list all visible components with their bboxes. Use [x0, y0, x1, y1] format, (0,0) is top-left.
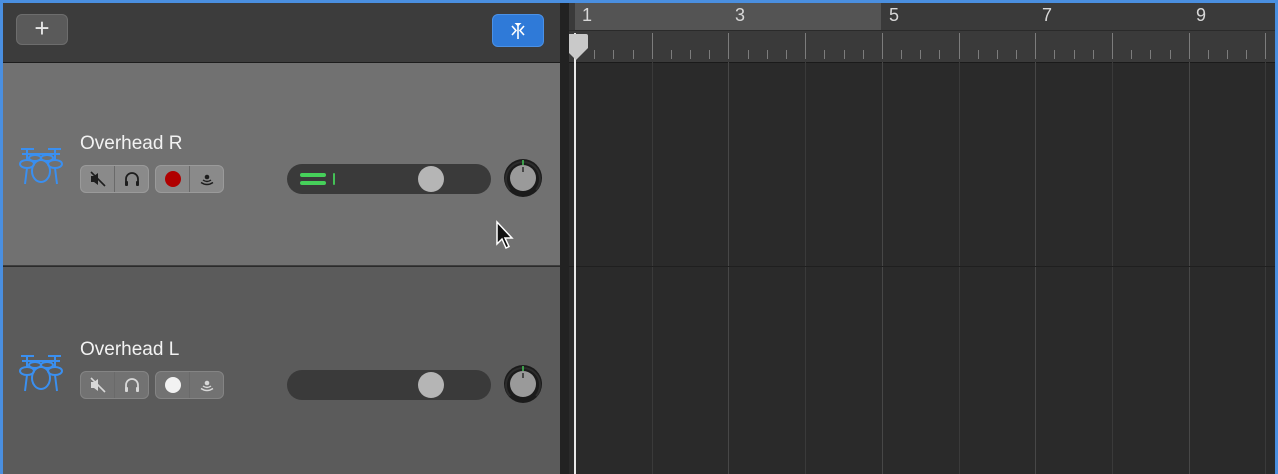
- ruler-beat-tick: [1265, 33, 1267, 59]
- ruler-beat-tick: [651, 33, 653, 59]
- record-enable-button[interactable]: [156, 166, 189, 192]
- ruler-beat-tick: [1188, 33, 1190, 59]
- mute-speaker-icon: [89, 171, 106, 187]
- ruler-sub-tick: [786, 50, 787, 59]
- ruler-sub-tick: [594, 50, 596, 59]
- record-icon: [164, 377, 181, 393]
- track-row[interactable]: Overhead L: [3, 267, 560, 474]
- ruler-sub-tick: [1169, 50, 1171, 59]
- ruler-beat-tick: [881, 33, 883, 59]
- ruler-sub-tick: [1207, 50, 1209, 59]
- ruler-sub-tick: [1073, 50, 1075, 59]
- ruler-sub-tick: [766, 50, 768, 59]
- playhead[interactable]: [574, 33, 576, 474]
- volume-slider[interactable]: [287, 164, 491, 194]
- mouse-pointer-icon: [496, 220, 514, 250]
- solo-button[interactable]: [114, 166, 148, 192]
- grid-line: [805, 62, 807, 474]
- bar-number: 5: [889, 5, 900, 25]
- ruler-sub-tick: [1092, 50, 1094, 59]
- smart-controls-button[interactable]: [492, 14, 544, 47]
- bar-number: 1: [582, 5, 593, 25]
- ruler-sub-tick: [920, 50, 922, 59]
- ruler-sub-tick: [690, 50, 692, 59]
- bar-number: 7: [1042, 5, 1053, 25]
- pan-knob[interactable]: [502, 157, 544, 199]
- mute-solo-group: [80, 165, 149, 193]
- ruler-sub-tick: [1246, 50, 1248, 59]
- input-monitor-icon: [200, 174, 213, 186]
- ruler-sub-tick: [939, 50, 941, 59]
- mute-speaker-icon: [89, 377, 106, 393]
- smart-controls-icon: [511, 23, 525, 39]
- plus-icon: +: [34, 13, 50, 43]
- ruler-sub-tick: [613, 50, 615, 59]
- ruler-beat-tick: [958, 33, 960, 59]
- grid-line: [1265, 62, 1267, 474]
- level-meter-peak: [333, 173, 335, 185]
- mute-button[interactable]: [81, 372, 114, 398]
- ruler-beat-tick: [728, 33, 730, 59]
- grid-line: [1035, 62, 1037, 474]
- mute-button[interactable]: [81, 166, 114, 192]
- track-separator: [560, 266, 1278, 267]
- ruler-sub-tick: [1227, 50, 1228, 59]
- grid-line: [881, 62, 883, 474]
- ruler-sub-tick: [670, 50, 672, 59]
- ruler-beat-tick: [1111, 33, 1113, 59]
- input-monitor-icon: [200, 380, 213, 392]
- ruler-sub-tick: [1131, 50, 1133, 59]
- ruler-sub-tick: [1054, 50, 1056, 59]
- record-icon: [164, 171, 181, 187]
- volume-slider-thumb[interactable]: [418, 166, 444, 192]
- level-meter: [300, 173, 326, 189]
- track-name[interactable]: Overhead R: [80, 133, 182, 155]
- drum-kit-icon: [19, 148, 63, 185]
- ruler-sub-tick: [632, 50, 634, 59]
- ruler-beat-tick: [805, 33, 807, 59]
- grid-line: [728, 62, 730, 474]
- grid-line: [1188, 62, 1190, 474]
- bar-number: 3: [735, 5, 746, 25]
- tracks-area-edge: [560, 3, 569, 474]
- ruler-sub-tick: [996, 50, 998, 59]
- bar-number: 9: [1196, 5, 1207, 25]
- grid-line: [651, 62, 653, 474]
- ruler-sub-tick: [824, 50, 826, 59]
- tracks-header: +: [3, 3, 560, 63]
- track-row[interactable]: Overhead R: [3, 63, 560, 266]
- input-monitoring-button[interactable]: [189, 372, 223, 398]
- volume-slider-thumb[interactable]: [418, 372, 444, 398]
- ruler-sub-tick: [709, 50, 711, 59]
- ruler-sub-tick: [862, 50, 864, 59]
- record-input-group: [155, 371, 224, 399]
- headphones-icon: [124, 378, 139, 392]
- ruler-sub-tick: [1016, 50, 1018, 59]
- drum-kit-icon: [19, 355, 63, 392]
- ruler-beat-tick: [1035, 33, 1037, 59]
- cycle-region[interactable]: [575, 3, 881, 30]
- ruler-sub-tick: [977, 50, 979, 59]
- grid-line: [958, 62, 960, 474]
- tracks-area[interactable]: 1 3 5 7 9: [560, 3, 1278, 474]
- ruler-sub-tick: [901, 50, 902, 59]
- input-monitoring-button[interactable]: [189, 166, 223, 192]
- pan-knob[interactable]: [502, 363, 544, 405]
- add-track-button[interactable]: +: [16, 14, 68, 45]
- volume-slider[interactable]: [287, 370, 491, 400]
- mute-solo-group: [80, 371, 149, 399]
- headphones-icon: [124, 172, 139, 186]
- ruler[interactable]: 1 3 5 7 9: [560, 3, 1278, 63]
- grid-line: [1111, 62, 1113, 474]
- record-input-group: [155, 165, 224, 193]
- record-enable-button[interactable]: [156, 372, 189, 398]
- ruler-sub-tick: [747, 50, 749, 59]
- ruler-sub-tick: [843, 50, 845, 59]
- track-name[interactable]: Overhead L: [80, 339, 179, 361]
- solo-button[interactable]: [114, 372, 148, 398]
- ruler-sub-tick: [1150, 50, 1152, 59]
